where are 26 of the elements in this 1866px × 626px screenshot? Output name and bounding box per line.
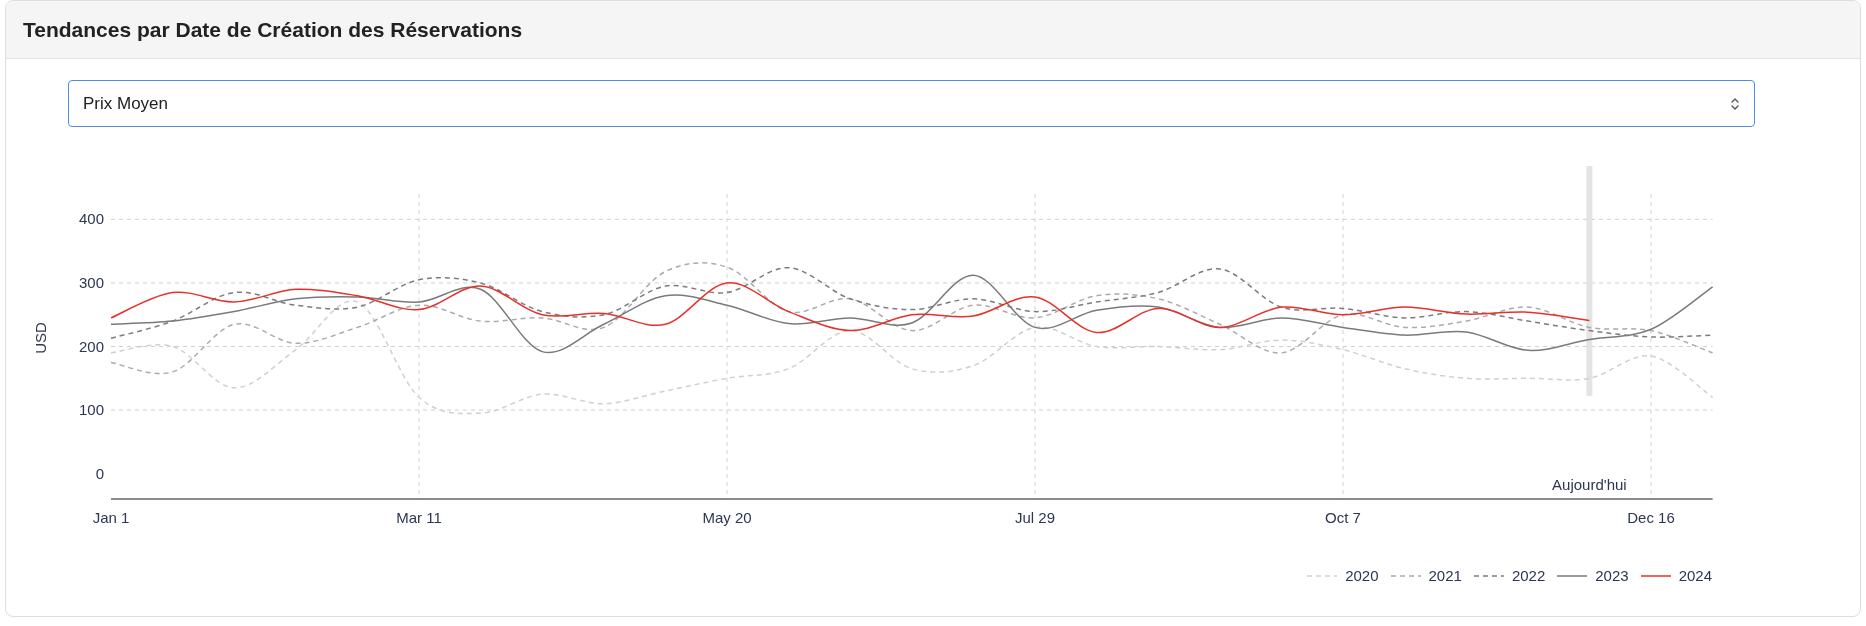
legend-label: 2024 [1678,567,1712,584]
axis-tick-label: 200 [78,337,104,355]
panel-title: Tendances par Date de Création des Réservations [23,17,523,42]
legend-line-icon [1307,573,1338,578]
axis-tick-label: 300 [78,273,104,291]
legend-label: 2020 [1345,567,1379,584]
legend-line-icon [1390,573,1421,578]
axis-tick-label: 100 [78,401,104,419]
chevron-up-down-icon [1730,96,1740,111]
axis-tick-label: Jan 1 [92,509,130,526]
legend-label: 2021 [1428,567,1462,584]
axis-tick-label: 400 [78,210,104,228]
axis-tick-label: Dec 16 [1627,509,1675,526]
metric-select[interactable]: Prix Moyen [68,80,1755,127]
axis-tick-label: Mar 11 [396,509,442,526]
legend-label: 2023 [1595,567,1629,584]
axis-tick-label: May 20 [702,509,752,526]
axis-tick-label: 0 [95,464,104,482]
legend-line-icon [1557,573,1588,578]
legend-label: 2022 [1511,567,1546,584]
axis-tick-label: Jul 29 [1015,509,1055,526]
axis-tick-label: Oct 7 [1325,509,1361,526]
legend-line-icon [1640,573,1671,578]
y-axis-label: USD [32,322,49,354]
today-label: Aujourd'hui [1552,476,1627,493]
legend-line-icon [1473,573,1504,578]
